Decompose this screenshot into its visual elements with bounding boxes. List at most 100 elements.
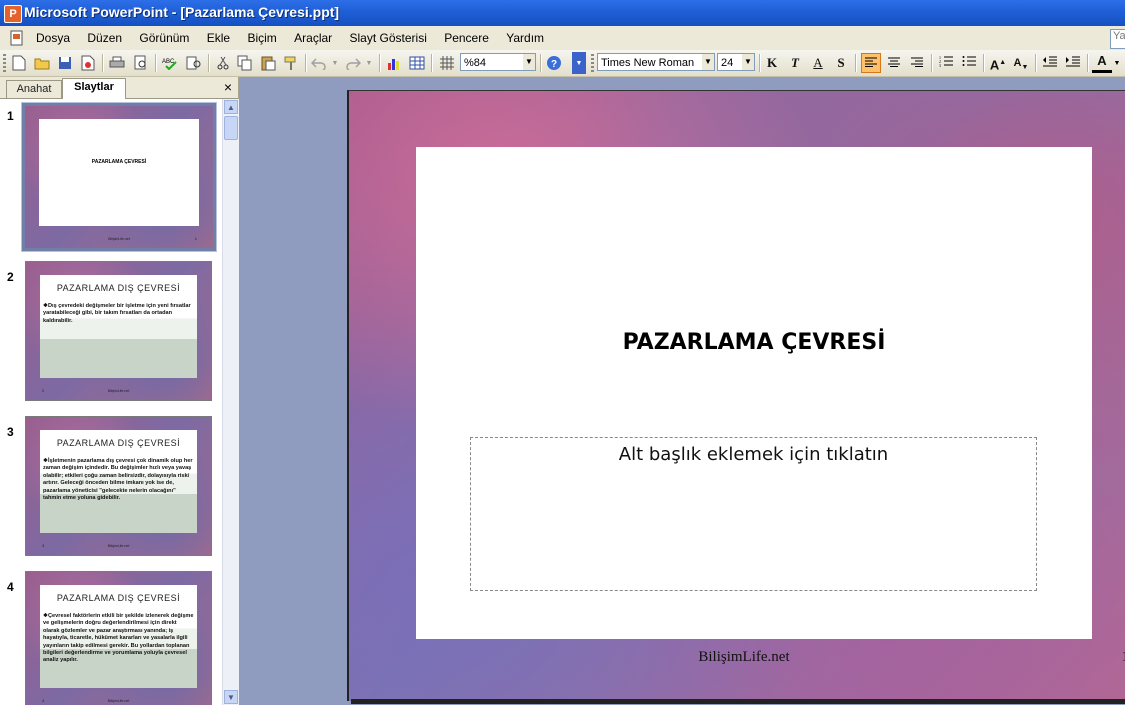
font-name-select[interactable]: Times New Roman ▼ — [597, 53, 715, 71]
scroll-down-icon[interactable]: ▼ — [224, 690, 238, 704]
copy-icon[interactable] — [235, 53, 255, 73]
open-icon[interactable] — [32, 53, 52, 73]
slide-title[interactable]: PAZARLAMA ÇEVRESİ — [416, 330, 1092, 355]
paste-icon[interactable] — [258, 53, 278, 73]
thumbnail-body: ❖Dış çevredeki değişmeler bir işletme iç… — [43, 303, 191, 324]
save-icon[interactable] — [55, 53, 75, 73]
subtitle-placeholder[interactable]: Alt başlık eklemek için tıklatın — [470, 437, 1037, 591]
permission-icon[interactable] — [78, 53, 98, 73]
help-question-box[interactable]: Ya — [1110, 29, 1125, 49]
thumbnails-scrollbar[interactable]: ▲ ▼ — [222, 99, 239, 705]
help-icon[interactable]: ? — [544, 53, 564, 73]
zoom-select[interactable]: %84 ▼ — [460, 53, 536, 71]
font-size-value: 24 — [721, 57, 734, 69]
spelling-icon[interactable]: ABC — [160, 53, 180, 73]
redo-dropdown-icon[interactable]: ▼ — [363, 53, 375, 73]
toolbar-grip[interactable] — [3, 54, 6, 72]
thumbnail-content: PAZARLAMA DIŞ ÇEVRESİ ❖Dış çevredeki değ… — [40, 275, 197, 378]
numbering-button[interactable]: 123 — [936, 53, 956, 73]
menu-gorunum[interactable]: Görünüm — [139, 31, 189, 45]
new-icon[interactable] — [9, 53, 29, 73]
font-size-select[interactable]: 24 ▼ — [717, 53, 755, 71]
toolbar-options-icon[interactable]: ▼ — [572, 52, 586, 74]
decrease-font-size-button[interactable]: A▼ — [1011, 53, 1031, 73]
thumbnail-body: ❖Çevresel faktörlerin etkili bir şekilde… — [43, 613, 194, 664]
increase-indent-icon — [1066, 56, 1080, 67]
redo-icon[interactable] — [343, 53, 363, 73]
print-icon[interactable] — [107, 53, 127, 73]
thumbnail-slide-number: 2 — [42, 388, 45, 393]
align-center-icon — [888, 57, 900, 67]
align-right-icon — [911, 57, 923, 67]
thumbnail-footer: BilişimLife.net — [107, 389, 130, 393]
bullets-button[interactable] — [959, 53, 979, 73]
svg-text:3: 3 — [939, 63, 941, 67]
italic-button[interactable]: T — [785, 53, 805, 73]
align-left-button[interactable] — [861, 53, 881, 73]
thumbnail-image: PAZARLAMA DIŞ ÇEVRESİ ❖Dış çevredeki değ… — [25, 261, 212, 401]
toolbar-separator — [102, 54, 104, 72]
print-preview-icon[interactable] — [131, 53, 151, 73]
font-color-button[interactable]: A — [1092, 53, 1112, 73]
document-icon[interactable] — [9, 30, 25, 46]
toolbar-separator — [983, 54, 985, 72]
show-grid-icon[interactable] — [437, 53, 457, 73]
slide-number-label: 3 — [7, 425, 14, 439]
menu-slayt-gosterisi[interactable]: Slayt Gösterisi — [350, 31, 427, 45]
menu-bar: Dosya Düzen Görünüm Ekle Biçim Araçlar S… — [0, 26, 1125, 51]
thumbnail-content: PAZARLAMA ÇEVRESİ — [39, 119, 199, 226]
slide-thumbnail-3[interactable]: 3 PAZARLAMA DIŞ ÇEVRESİ ❖İşletmenin paza… — [0, 415, 222, 565]
undo-icon[interactable] — [309, 53, 329, 73]
cut-icon[interactable] — [213, 53, 233, 73]
undo-dropdown-icon[interactable]: ▼ — [329, 53, 341, 73]
zoom-dropdown-icon[interactable]: ▼ — [523, 54, 535, 70]
toolbar-separator — [931, 54, 933, 72]
shadow-button[interactable]: S — [831, 53, 851, 73]
thumbnail-body: ❖İşletmenin pazarlama dış çevresi çok di… — [43, 458, 193, 502]
menu-pencere[interactable]: Pencere — [444, 31, 489, 45]
research-icon[interactable] — [184, 53, 204, 73]
thumbnail-slide-number: 3 — [42, 543, 45, 548]
font-color-dropdown-icon[interactable]: ▼ — [1111, 53, 1123, 73]
bold-button[interactable]: K — [762, 53, 782, 73]
subtitle-placeholder-text: Alt başlık eklemek için tıklatın — [618, 444, 889, 465]
underline-button[interactable]: A — [808, 53, 828, 73]
slides-pane: Anahat Slaytlar × 1 PAZARLAMA ÇEVRESİ Bi… — [0, 77, 239, 705]
menu-duzen[interactable]: Düzen — [87, 31, 122, 45]
menu-items: Dosya Düzen Görünüm Ekle Biçim Araçlar S… — [36, 31, 558, 45]
slide-thumbnail-2[interactable]: 2 PAZARLAMA DIŞ ÇEVRESİ ❖Dış çevredeki d… — [0, 260, 222, 410]
format-painter-icon[interactable] — [281, 53, 301, 73]
tab-slaytlar[interactable]: Slaytlar — [62, 78, 126, 99]
font-size-dropdown-icon[interactable]: ▼ — [742, 54, 754, 70]
close-icon[interactable]: × — [224, 79, 232, 95]
slide-thumbnails: 1 PAZARLAMA ÇEVRESİ BilişimLife.net 1 2 … — [0, 99, 222, 705]
scroll-thumb[interactable] — [224, 116, 238, 140]
decrease-indent-button[interactable] — [1040, 53, 1060, 73]
slide-thumbnail-1[interactable]: 1 PAZARLAMA ÇEVRESİ BilişimLife.net 1 — [0, 99, 222, 255]
increase-font-size-button[interactable]: A▲ — [988, 53, 1008, 73]
insert-table-icon[interactable] — [407, 53, 427, 73]
align-center-button[interactable] — [884, 53, 904, 73]
menu-araclar[interactable]: Araçlar — [294, 31, 332, 45]
slide-thumbnail-4[interactable]: 4 PAZARLAMA DIŞ ÇEVRESİ ❖Çevresel faktör… — [0, 570, 222, 705]
current-slide[interactable]: PAZARLAMA ÇEVRESİ Alt başlık eklemek içi… — [347, 90, 1125, 701]
thumbnail-image: PAZARLAMA ÇEVRESİ BilişimLife.net 1 — [21, 102, 217, 252]
thumbnail-slide-number: 1 — [194, 236, 197, 241]
zoom-value: %84 — [464, 57, 487, 69]
tab-anahat[interactable]: Anahat — [6, 80, 62, 98]
scroll-up-icon[interactable]: ▲ — [224, 100, 238, 114]
insert-chart-icon[interactable] — [384, 53, 404, 73]
menu-bicim[interactable]: Biçim — [247, 31, 276, 45]
powerpoint-app-icon[interactable]: P — [4, 5, 22, 23]
increase-indent-button[interactable] — [1063, 53, 1083, 73]
font-name-dropdown-icon[interactable]: ▼ — [702, 54, 714, 70]
toolbar-separator — [305, 54, 307, 72]
thumbnail-content: PAZARLAMA DIŞ ÇEVRESİ ❖İşletmenin pazarl… — [40, 430, 197, 533]
bullets-icon — [962, 56, 976, 66]
menu-yardim[interactable]: Yardım — [506, 31, 544, 45]
align-right-button[interactable] — [907, 53, 927, 73]
toolbar-grip[interactable] — [591, 54, 594, 72]
menu-dosya[interactable]: Dosya — [36, 31, 70, 45]
menu-ekle[interactable]: Ekle — [207, 31, 230, 45]
slide-number-label: 4 — [7, 580, 14, 594]
